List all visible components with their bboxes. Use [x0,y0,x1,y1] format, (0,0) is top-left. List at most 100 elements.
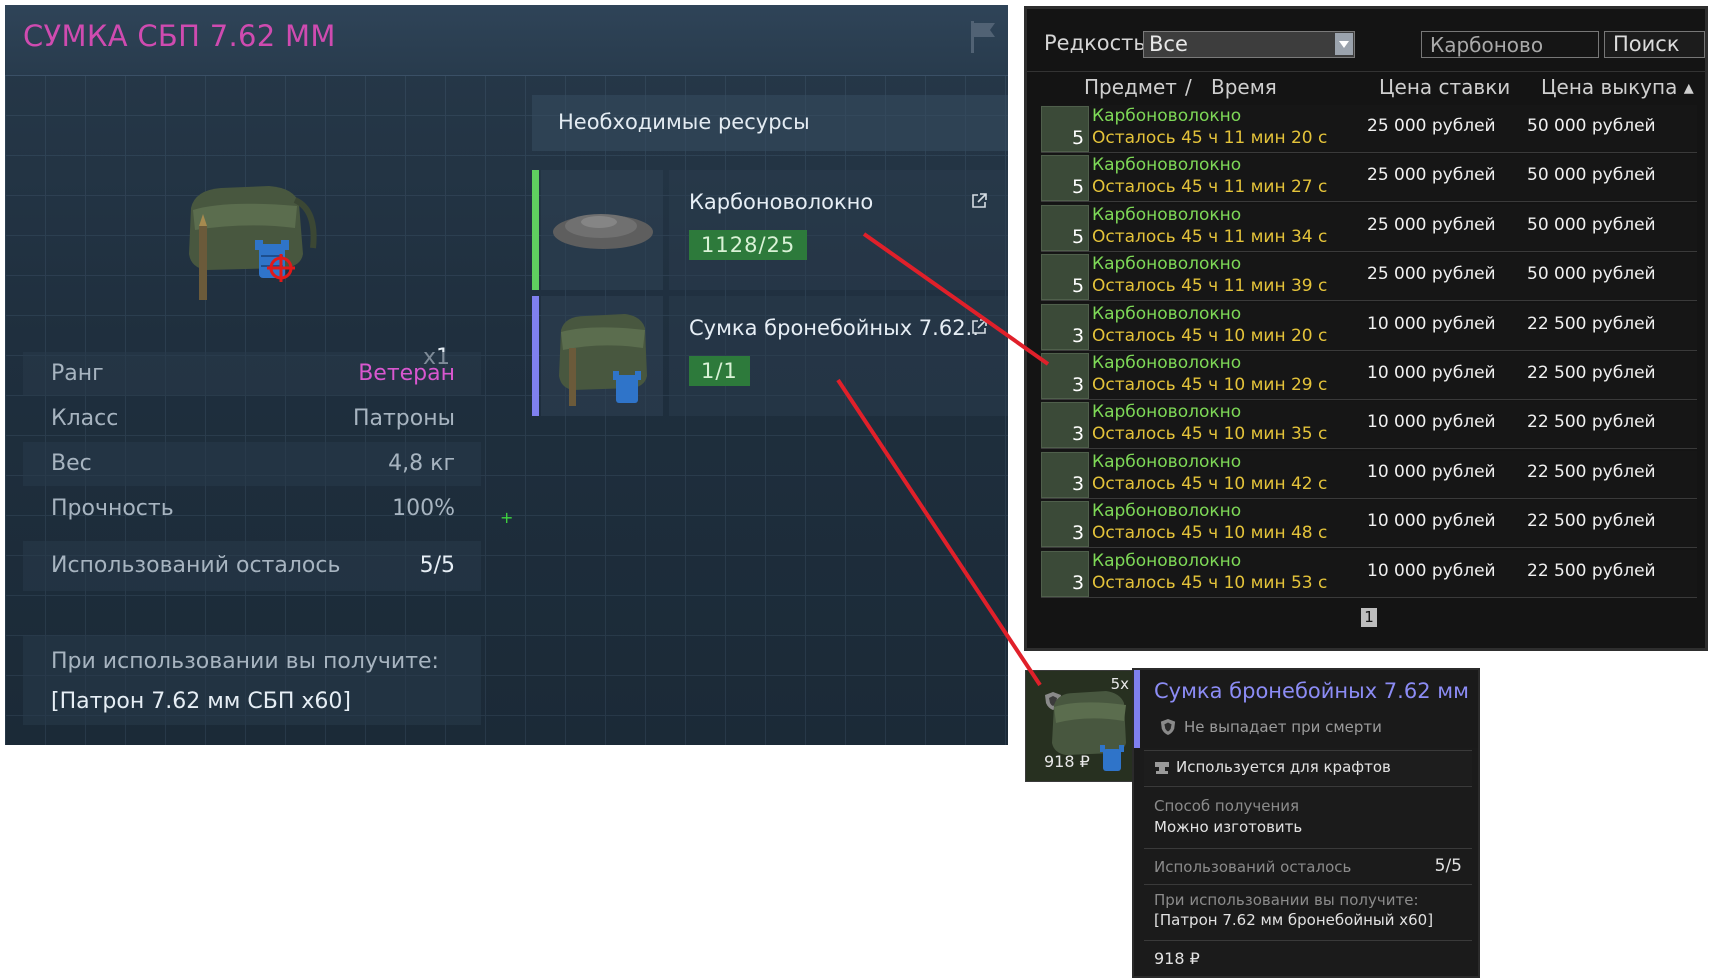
stat-label: Класс [51,406,119,431]
anvil-icon [1155,762,1169,774]
resource-info: Карбоноволокно 1128/25 [669,170,1008,290]
row-buyout-price: 22 500 рублей [1527,511,1656,532]
auction-row[interactable]: 3 Карбоноволокно Осталось 45 ч 10 мин 29 с… [1041,352,1697,400]
row-item-name: Карбоноволокно [1092,550,1242,571]
rarity-select[interactable]: Все [1143,31,1355,58]
ammo-bag-icon [189,186,317,300]
auction-row[interactable]: 3 Карбоноволокно Осталось 45 ч 10 мин 20 с… [1041,302,1697,351]
row-quantity: 5 [1072,275,1085,298]
source-value: Можно изготовить [1154,818,1303,836]
resources-header-label: Необходимые ресурсы [558,110,810,134]
tooltip-price-section: 918 ₽ [1144,940,1472,975]
search-button[interactable]: Поиск [1604,31,1705,58]
auction-row[interactable]: 5 Карбоноволокно Осталось 45 ч 11 мин 20 с… [1041,105,1697,153]
row-quantity: 5 [1072,127,1085,149]
stat-value: Ветеран [358,361,455,386]
auction-row[interactable]: 5 Карбоноволокно Осталось 45 ч 11 мин 39 с… [1041,253,1697,302]
row-time-left: Осталось 45 ч 10 мин 20 с [1092,325,1328,346]
tooltip-source-section: Способ получения Можно изготовить [1144,786,1472,847]
row-bid-price: 25 000 рублей [1367,116,1496,136]
row-item-name: Карбоноволокно [1092,402,1242,423]
ammo-bag-icon [559,314,647,406]
row-buyout-price: 22 500 рублей [1527,412,1656,433]
resource-name: Карбоноволокно [689,190,874,214]
row-buyout-price: 50 000 рублей [1527,165,1656,186]
col-item[interactable]: Предмет [1084,75,1177,99]
yield-box: При использовании вы получите: [Патрон 7… [23,635,481,725]
craft-header: СУМКА СБП 7.62 ММ [5,5,1008,76]
uses-value: 5/5 [1434,856,1462,876]
row-bid-price: 10 000 рублей [1367,412,1496,433]
tooltip-header: Сумка бронебойных 7.62 мм Не выпадает пр… [1134,670,1478,748]
tooltip-price: 918 ₽ [1154,949,1200,968]
cursor-crosshair-icon: + [500,508,514,527]
row-item-name: Карбоноволокно [1092,303,1242,324]
row-quantity: 3 [1072,423,1085,446]
craft-panel: СУМКА СБП 7.62 ММ x1 Ранг Ветеран Класс [5,5,1008,745]
row-quantity: 5 [1072,225,1085,248]
external-link-icon[interactable] [970,318,988,336]
row-item-name: Карбоноволокно [1092,353,1242,373]
tooltip-craft-section: Используется для крафтов [1144,750,1472,785]
slot-quantity: 5x [1110,675,1129,693]
auction-row[interactable]: 5 Карбоноволокно Осталось 45 ч 11 мин 27 с… [1041,154,1697,203]
yield-label: При использовании вы получите: [1154,891,1419,909]
row-buyout-price: 50 000 рублей [1527,116,1656,136]
tooltip-title: Сумка бронебойных 7.62 мм [1154,679,1469,703]
auction-row[interactable]: 3 Карбоноволокно Осталось 45 ч 10 мин 48 с… [1041,500,1697,549]
uses-value: 5/5 [419,553,455,578]
stat-value: Патроны [352,406,455,431]
row-quantity: 3 [1072,571,1085,594]
auction-row[interactable]: 3 Карбоноволокно Осталось 45 ч 10 мин 42 с… [1041,450,1697,499]
row-buyout-price: 22 500 рублей [1527,461,1656,482]
stat-label: Вес [51,451,92,476]
resource-info: Сумка бронебойных 7.62.. 1/1 [669,296,1008,416]
inventory-slot[interactable]: 5x 918 ₽ [1025,670,1135,782]
row-item-name: Карбоноволокно [1092,254,1242,275]
page-button[interactable]: 1 [1361,608,1377,627]
col-buyout[interactable]: Цена выкупа ▴ [1541,75,1694,99]
row-bid-price: 10 000 рублей [1367,313,1496,334]
stat-row-uses: Использований осталось 5/5 [23,541,481,591]
rarity-value: Все [1149,32,1188,56]
item-tooltip: Сумка бронебойных 7.62 мм Не выпадает пр… [1132,668,1480,978]
row-time-left: Осталось 45 ч 10 мин 42 с [1092,473,1328,494]
resource-thumbnail [541,170,663,290]
rarity-label: Редкость [1044,31,1146,55]
resource-name: Сумка бронебойных 7.62.. [689,316,979,340]
stat-row-rank: Ранг Ветеран [23,352,481,396]
drop-note: Не выпадает при смерти [1184,718,1382,736]
row-bid-price: 10 000 рублей [1367,461,1496,482]
row-quantity: 3 [1072,374,1085,396]
source-label: Способ получения [1154,797,1300,815]
row-quantity: 3 [1072,472,1085,495]
auction-row[interactable]: 3 Карбоноволокно Осталось 45 ч 10 мин 35 с… [1041,401,1697,450]
craft-use-text: Используется для крафтов [1176,758,1391,776]
row-item-name: Карбоноволокно [1092,155,1242,176]
row-bid-price: 10 000 рублей [1367,560,1496,581]
auction-row[interactable]: 5 Карбоноволокно Осталось 45 ч 11 мин 34 с… [1041,203,1697,252]
row-time-left: Осталось 45 ч 11 мин 34 с [1092,226,1328,247]
resource-row-ap-bag[interactable]: Сумка бронебойных 7.62.. 1/1 [532,296,1008,416]
stat-label: Прочность [51,496,174,521]
col-time[interactable]: Время [1211,75,1277,99]
stat-value: 100% [392,496,455,521]
row-buyout-price: 22 500 рублей [1527,313,1656,334]
row-bid-price: 10 000 рублей [1367,511,1496,532]
resource-accent-bar [532,296,539,416]
row-bid-price: 10 000 рублей [1367,363,1496,383]
auction-row[interactable]: 3 Карбоноволокно Осталось 45 ч 10 мин 53 с… [1041,549,1697,598]
search-value: Карбоново [1430,33,1544,57]
flag-icon[interactable] [968,19,998,55]
column-header: Предмет / Время Цена ставки Цена выкупа … [1027,71,1705,104]
stat-value: 4,8 кг [388,451,455,476]
search-input[interactable]: Карбоново [1421,31,1599,58]
col-bid[interactable]: Цена ставки [1379,75,1510,99]
row-buyout-price: 50 000 рублей [1527,214,1656,235]
yield-label: При использовании вы получите: [51,649,439,674]
chevron-down-icon[interactable] [1335,33,1353,55]
resource-row-carbon-fiber[interactable]: Карбоноволокно 1128/25 [532,170,1008,290]
external-link-icon[interactable] [970,192,988,210]
uses-label: Использований осталось [1154,858,1352,876]
stat-label: Ранг [51,361,104,386]
